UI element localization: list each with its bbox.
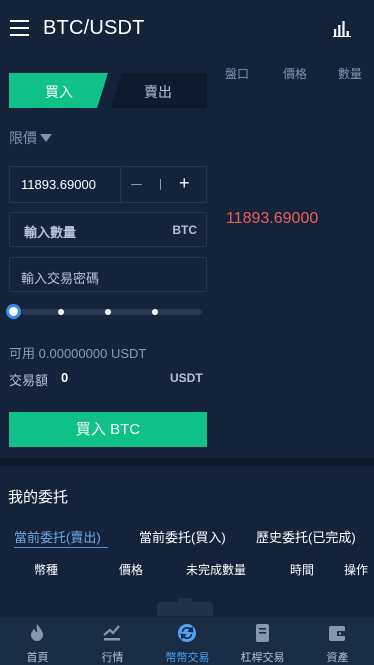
nav-market[interactable]: 行情 bbox=[75, 617, 150, 665]
slider-handle[interactable] bbox=[6, 304, 21, 319]
current-price[interactable]: 11893.69000 bbox=[226, 210, 318, 228]
trade-amount-unit: USDT bbox=[170, 371, 203, 385]
nav-spot-trading-label: 幣幣交易 bbox=[165, 652, 210, 664]
slider-step-25[interactable] bbox=[58, 309, 64, 315]
orderbook-header-price: 價格 bbox=[283, 67, 308, 81]
tab-current-buy-orders[interactable]: 當前委托(買入) bbox=[139, 527, 226, 546]
tab-sell[interactable]: 賣出 bbox=[111, 73, 207, 108]
buy-btc-button[interactable]: 買入 BTC bbox=[9, 412, 207, 447]
increase-price-button[interactable]: + bbox=[179, 173, 190, 194]
trade-amount-value: 0 bbox=[61, 370, 69, 385]
order-type-select[interactable]: 限價 bbox=[9, 128, 52, 148]
available-unit: USDT bbox=[110, 346, 147, 361]
hamburger-menu-icon[interactable] bbox=[10, 20, 29, 36]
orderbook-header-qty: 數量 bbox=[338, 67, 363, 81]
available-balance: 可用 0.00000000 USDT bbox=[9, 343, 146, 362]
orderbook-header-depth: 盤口 bbox=[225, 67, 250, 81]
pair-title[interactable]: BTC/USDT bbox=[43, 17, 145, 40]
col-header-action: 操作 bbox=[344, 563, 369, 577]
nav-home[interactable]: 首頁 bbox=[0, 617, 75, 665]
col-header-unfilled: 未完成數量 bbox=[186, 563, 247, 577]
nav-margin-trading-label: 杠桿交易 bbox=[240, 652, 285, 664]
amount-slider[interactable] bbox=[6, 304, 202, 319]
nav-assets-label: 資產 bbox=[326, 652, 349, 664]
col-header-price: 價格 bbox=[119, 563, 144, 577]
active-tab-underline bbox=[14, 547, 108, 548]
slider-step-75[interactable] bbox=[152, 309, 158, 315]
nav-margin-trading[interactable]: 杠桿交易 bbox=[225, 617, 300, 665]
trade-form: 買入 賣出 限價 11893.69000 － + 輸入數量 BTC 輸入交易密碼… bbox=[0, 58, 216, 458]
stepper-divider bbox=[160, 179, 161, 190]
nav-home-label: 首頁 bbox=[26, 652, 49, 664]
col-header-time: 時間 bbox=[290, 563, 315, 577]
tab-current-sell-orders[interactable]: 當前委托(賣出) bbox=[14, 527, 101, 546]
tab-order-history[interactable]: 歷史委托(已完成) bbox=[256, 527, 356, 546]
decrease-price-button[interactable]: － bbox=[129, 174, 144, 195]
tab-buy-label: 買入 bbox=[45, 84, 73, 100]
slider-step-50[interactable] bbox=[105, 309, 111, 315]
exchange-refresh-icon bbox=[178, 624, 196, 642]
app-header: BTC/USDT bbox=[0, 0, 374, 58]
empty-box-icon bbox=[157, 602, 213, 616]
available-value: 0.00000000 bbox=[38, 346, 108, 361]
flame-icon bbox=[31, 624, 43, 641]
price-input[interactable]: 11893.69000 bbox=[21, 177, 96, 192]
available-label: 可用 bbox=[9, 346, 36, 361]
price-stepper: 11893.69000 － + bbox=[9, 166, 207, 203]
caret-down-icon bbox=[40, 134, 52, 142]
bottom-nav: 首頁 行情 幣幣交易 杠桿交易 資產 bbox=[0, 617, 374, 665]
section-divider bbox=[0, 458, 374, 466]
trade-amount-label: 交易額 bbox=[9, 373, 49, 388]
password-placeholder: 輸入交易密碼 bbox=[21, 271, 100, 286]
wallet-icon bbox=[329, 626, 345, 641]
document-icon bbox=[256, 624, 269, 642]
nav-spot-trading[interactable]: 幣幣交易 bbox=[150, 617, 225, 665]
trade-password-field[interactable]: 輸入交易密碼 bbox=[9, 257, 207, 292]
bar-chart-icon[interactable] bbox=[333, 21, 351, 37]
quantity-unit: BTC bbox=[172, 223, 197, 237]
nav-market-label: 行情 bbox=[101, 652, 124, 664]
nav-assets[interactable]: 資產 bbox=[300, 617, 374, 665]
my-orders-title: 我的委托 bbox=[8, 489, 69, 506]
price-controls: － + bbox=[120, 167, 208, 202]
quantity-field[interactable]: 輸入數量 BTC bbox=[9, 212, 207, 247]
tab-buy[interactable]: 買入 bbox=[9, 73, 108, 108]
trend-chart-icon bbox=[103, 625, 120, 641]
col-header-coin: 幣種 bbox=[34, 563, 59, 577]
order-type-label: 限價 bbox=[9, 130, 37, 146]
tab-sell-label: 賣出 bbox=[144, 84, 172, 100]
quantity-placeholder: 輸入數量 bbox=[24, 225, 77, 240]
